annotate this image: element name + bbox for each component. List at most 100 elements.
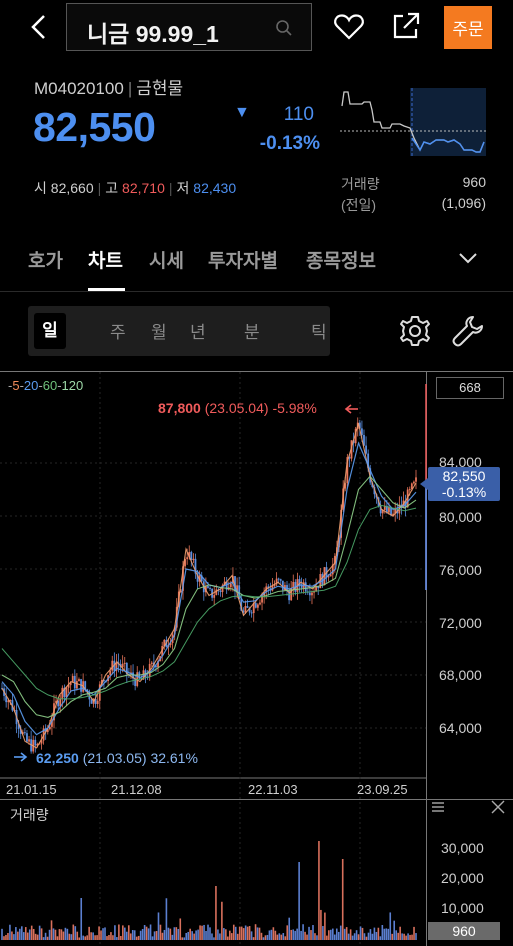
volume-bar [405,935,407,940]
indicator-value-box[interactable]: 668 [436,377,504,399]
volume-bar [310,930,312,940]
volume-y-label: 30,000 [441,840,484,856]
share-button[interactable] [390,10,422,42]
volume-bar [143,925,146,940]
volume-bar [337,931,340,940]
volume-bar [312,925,314,940]
x-axis-label: 21.01.15 [6,782,57,797]
volume-bar [137,935,140,940]
volume-bar [141,928,144,940]
period-minute[interactable]: 분 [244,318,260,343]
tab-chart[interactable]: 차트 [88,246,123,273]
volume-bar [401,933,403,940]
volume-bar [40,928,43,940]
volume-bar [209,927,211,940]
volume-bar [288,917,291,940]
prev-volume-value: (1,096) [441,195,486,211]
min-price-annotation: 62,250 (21.03.05) 32.61% [36,750,198,766]
back-button[interactable] [22,12,56,42]
candle-body [48,726,51,730]
current-price-label: 82,550 -0.13% [428,467,500,501]
tab-investors[interactable]: 투자자별 [208,246,278,273]
volume-bar [409,934,411,940]
y-axis-label: 76,000 [439,562,482,578]
volume-bar [94,935,96,940]
volume-bar [133,930,136,940]
volume-bar [391,933,394,940]
period-daily[interactable]: 일 [34,313,66,349]
volume-bar [399,926,401,940]
candle-body [408,489,411,491]
candle-body [213,594,216,598]
volume-bar [68,933,71,940]
volume-bar [32,928,35,940]
volume-bar [234,926,237,940]
tab-orderbook[interactable]: 호가 [28,246,63,273]
candle-body [311,592,313,596]
volume-bar [145,926,148,940]
volume-bar [314,933,316,940]
candle-body [308,592,311,596]
volume-bar [326,935,328,940]
volume-bar [56,936,59,940]
candle-body [186,557,189,560]
chevron-down-icon[interactable] [457,250,479,266]
search-icon[interactable] [275,19,293,37]
candle-body [415,477,417,482]
volume-bar [397,932,399,940]
volume-bar [345,927,348,940]
volume-bar [19,928,21,940]
y-axis-label: 64,000 [439,720,482,736]
menu-icon[interactable] [430,800,446,814]
volume-bar [159,924,162,940]
tab-stock-info[interactable]: 종목정보 [306,246,376,273]
price-chart[interactable] [0,371,513,946]
volume-bar [157,912,160,940]
intraday-mini-chart[interactable] [340,84,486,160]
candle-body [277,578,280,580]
tab-quotes[interactable]: 시세 [149,246,184,273]
volume-bar [282,933,285,940]
volume-bar [252,937,255,940]
gear-icon [400,316,430,346]
chevron-left-icon [31,15,45,39]
volume-bar [163,929,166,940]
volume-bar [250,931,253,940]
volume-bar [15,927,17,940]
volume-bar [339,925,342,940]
volume-bar [381,925,384,940]
x-axis-label: 22.11.03 [248,782,298,797]
volume-bar [403,933,405,940]
volume-bar [193,933,195,940]
chart-tools-button[interactable] [451,314,485,348]
volume-bar [248,926,251,940]
period-monthly[interactable]: 월 [151,318,167,343]
chart-settings-button[interactable] [398,314,432,348]
volume-bar [207,924,209,940]
volume-bar [367,932,370,940]
volume-bar [28,929,31,940]
candle-body [23,732,26,734]
volume-bar [17,931,19,940]
volume-bar [254,924,257,940]
volume-y-label: 10,000 [441,900,484,916]
volume-bar [373,927,376,940]
candle-body [121,663,124,668]
favorite-button[interactable] [332,12,366,42]
volume-bar [375,931,378,940]
period-tick[interactable]: 틱 [311,318,327,343]
volume-bar [413,926,415,940]
stock-name: 니금 99.99_1 [87,21,219,47]
period-weekly[interactable]: 주 [110,318,126,343]
volume-bar [278,933,281,940]
candle-body [150,662,153,664]
stock-search-box[interactable]: 니금 99.99_1 [66,3,312,51]
x-axis-label: 21.12.08 [111,782,162,797]
y-axis-label: 80,000 [439,509,482,525]
close-icon[interactable] [491,800,505,814]
volume-bar [230,933,233,940]
period-yearly[interactable]: 년 [190,318,206,343]
order-button[interactable]: 주문 [444,6,492,49]
volume-bar [167,927,170,940]
volume-bar [415,933,417,940]
